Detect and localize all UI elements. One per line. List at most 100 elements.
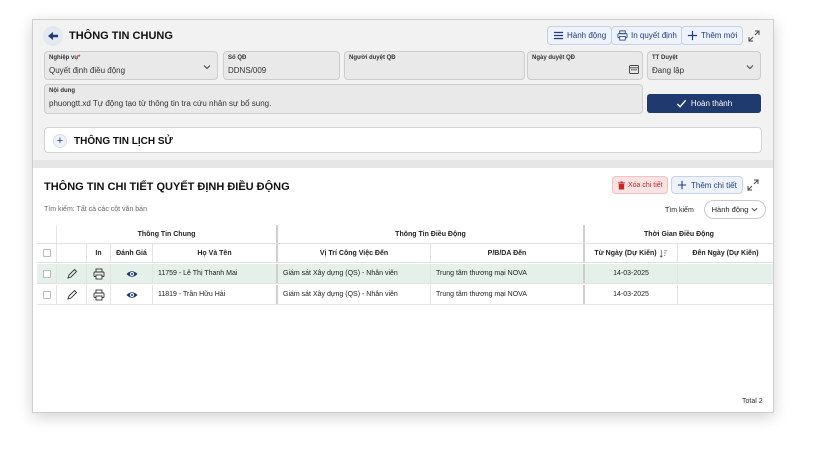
section-divider <box>33 160 773 168</box>
search-button[interactable]: Tìm kiếm <box>662 202 697 218</box>
detail-action-button[interactable]: Hành động <box>704 200 766 219</box>
decision-number-field[interactable]: Số QĐ DDNS/009 <box>223 51 340 80</box>
rating-cell[interactable] <box>111 264 153 283</box>
col-from-date[interactable]: Từ Ngày (Dự Kiến) <box>585 244 678 262</box>
approval-date-label: Ngày duyệt QĐ <box>532 55 576 61</box>
action-menu-label: Hành động <box>567 31 607 40</box>
col-department: P/B/DA Đến <box>431 244 585 262</box>
history-section[interactable]: + THÔNG TIN LỊCH SỬ <box>44 127 762 153</box>
plus-icon <box>687 30 698 41</box>
expand-icon[interactable] <box>747 179 759 191</box>
department-cell: Trung tâm thương mại NOVA <box>431 285 585 304</box>
expand-history-button[interactable]: + <box>53 134 67 148</box>
add-new-button[interactable]: Thêm mới <box>681 26 744 45</box>
detail-action-label: Hành động <box>711 205 749 214</box>
edit-cell[interactable] <box>57 285 87 304</box>
content-label: Nội dung <box>49 88 75 94</box>
chevron-down-icon <box>746 65 754 70</box>
col-full-name: Họ Và Tên <box>153 244 278 262</box>
add-new-label: Thêm mới <box>701 31 738 40</box>
row-checkbox[interactable] <box>42 269 51 278</box>
chevron-down-icon <box>203 65 211 70</box>
print-cell[interactable] <box>87 264 111 283</box>
expand-icon[interactable] <box>748 30 760 42</box>
trash-icon <box>617 180 626 190</box>
decision-number-value: DDNS/009 <box>228 66 267 75</box>
add-detail-button[interactable]: Thêm chi tiết <box>671 176 743 194</box>
plus-icon <box>677 180 687 190</box>
eye-icon[interactable] <box>126 268 138 280</box>
from-date-cell: 14-03-2025 <box>585 264 678 283</box>
complete-button[interactable]: Hoàn thành <box>647 94 761 113</box>
back-arrow-icon <box>48 32 58 40</box>
total-count: Total 2 <box>742 398 763 405</box>
app-window: THÔNG TIN CHUNG Hành động In quyết định … <box>32 19 774 413</box>
group-header-general: Thông Tin Chung <box>57 225 278 243</box>
content-field[interactable]: Nội dung phuongtt.xd Tự động tạo từ thôn… <box>44 84 643 114</box>
print-decision-button[interactable]: In quyết định <box>611 26 683 45</box>
check-icon <box>676 99 686 108</box>
add-detail-label: Thêm chi tiết <box>691 180 737 190</box>
search-input[interactable]: Tìm kiếm: Tất cả các cột văn bản <box>44 206 147 213</box>
group-header-time: Thời Gian Điều Động <box>644 230 714 238</box>
group-spacer <box>37 225 57 243</box>
printer-icon[interactable] <box>93 289 105 301</box>
department-cell: Trung tâm thương mại NOVA <box>431 264 585 283</box>
required-marker: * <box>78 55 81 61</box>
table-column-header: In Đánh Giá Họ Và Tên Vị Trí Công Việc Đ… <box>37 244 773 263</box>
action-menu-button[interactable]: Hành động <box>547 26 613 45</box>
row-checkbox[interactable] <box>42 290 51 299</box>
approver-label: Người duyệt QĐ <box>349 55 396 61</box>
calendar-icon[interactable] <box>629 64 639 74</box>
printer-icon[interactable] <box>93 268 105 280</box>
history-title: THÔNG TIN LỊCH SỬ <box>74 136 173 147</box>
page-title: THÔNG TIN CHUNG <box>69 30 173 42</box>
chevron-down-icon <box>751 207 758 212</box>
approver-field[interactable]: Người duyệt QĐ <box>344 51 525 80</box>
col-position: Vị Trí Công Việc Đến <box>278 244 431 262</box>
table-group-header: Thông Tin Chung Thông Tin Điều Động Thời… <box>37 225 773 244</box>
col-to-date: Đến Ngày (Dự Kiến) <box>692 249 759 257</box>
eye-icon[interactable] <box>126 289 138 301</box>
complete-button-label: Hoàn thành <box>690 99 733 108</box>
approval-status-label: TT Duyệt <box>652 55 678 61</box>
select-all-checkbox[interactable] <box>42 249 51 257</box>
detail-title: THÔNG TIN CHI TIẾT QUYẾT ĐỊNH ĐIỀU ĐỘNG <box>44 181 290 193</box>
business-type-select[interactable]: Nghiệp vụ* Quyết định điều động <box>44 51 218 80</box>
content-value: phuongtt.xd Tự động tạo từ thông tin tra… <box>49 99 272 108</box>
row-select-cell[interactable] <box>37 285 57 304</box>
col-rating: Đánh Giá <box>111 244 153 262</box>
position-cell: Giám sát Xây dựng (QS) - Nhân viên <box>278 264 431 283</box>
rating-cell[interactable] <box>111 285 153 304</box>
edit-icon[interactable] <box>66 268 78 280</box>
full-name-cell: 11819 - Trần Hữu Hải <box>153 285 278 304</box>
to-date-cell <box>678 264 773 283</box>
col-print: In <box>87 244 111 262</box>
full-name-cell: 11759 - Lê Thị Thanh Mai <box>153 264 278 283</box>
position-cell: Giám sát Xây dựng (QS) - Nhân viên <box>278 285 431 304</box>
table-row[interactable]: 11819 - Trần Hữu Hải Giám sát Xây dựng (… <box>37 285 773 305</box>
to-date-cell <box>678 285 773 304</box>
group-header-transfer: Thông Tin Điều Động <box>278 225 585 243</box>
edit-icon[interactable] <box>66 289 78 301</box>
edit-col-header <box>57 244 87 262</box>
select-all-cell[interactable] <box>37 244 57 262</box>
delete-detail-button[interactable]: Xóa chi tiết <box>612 176 668 194</box>
business-type-label: Nghiệp vụ <box>49 55 79 61</box>
list-icon <box>553 31 564 40</box>
delete-detail-label: Xóa chi tiết <box>628 181 663 189</box>
row-select-cell[interactable] <box>37 264 57 283</box>
from-date-cell: 14-03-2025 <box>585 285 678 304</box>
approval-status-select[interactable]: TT Duyệt Đang lập <box>647 51 761 80</box>
print-cell[interactable] <box>87 285 111 304</box>
back-button[interactable] <box>43 26 63 46</box>
sort-icon[interactable] <box>659 249 668 258</box>
approval-date-field[interactable]: Ngày duyệt QĐ <box>527 51 643 80</box>
table-row[interactable]: 11759 - Lê Thị Thanh Mai Giám sát Xây dự… <box>37 264 773 284</box>
business-type-label-wrap: Nghiệp vụ* <box>49 55 80 61</box>
edit-cell[interactable] <box>57 264 87 283</box>
approval-status-value: Đang lập <box>652 66 685 75</box>
business-type-value: Quyết định điều động <box>49 66 126 75</box>
printer-icon <box>617 30 628 41</box>
panel-header: THÔNG TIN CHUNG Hành động In quyết định … <box>33 20 773 48</box>
